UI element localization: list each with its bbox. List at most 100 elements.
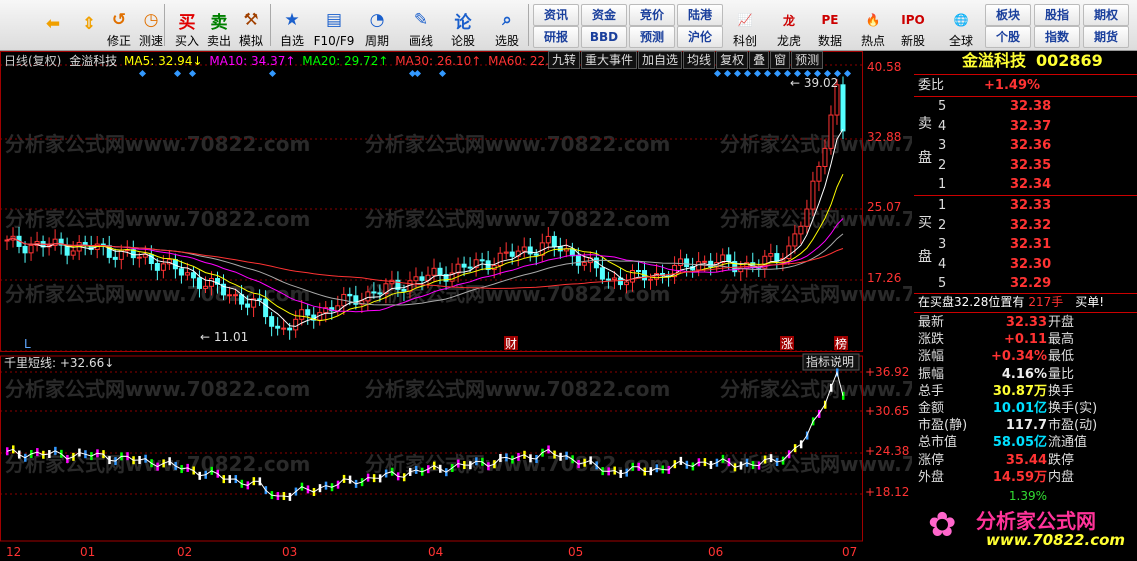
event-diamond[interactable] [413,69,422,78]
event-diamond[interactable] [723,69,732,78]
quote-value: 117.7 [1005,418,1047,434]
quote-sidebar: 金溢科技 002869 委比 +1.49% 卖盘 5 32.38 4 32.37 3 32.36 2 3… [914,51,1137,561]
divider [914,312,1137,313]
buy-level: 4 [938,256,947,272]
chart-tab-7[interactable]: 预测 [791,51,824,69]
chart-tab-4[interactable]: 复权 [716,51,749,69]
toolbar-button-科创[interactable]: 📈 科创 [728,2,762,48]
event-diamond[interactable] [173,69,182,78]
marker-zhang[interactable]: 涨 [781,336,793,351]
chart-tab-6[interactable]: 窗 [770,51,791,69]
info-button-b3[interactable]: 沪伦 [677,26,723,48]
marker-bang[interactable]: 榜 [835,336,847,351]
toolbar-button-arrow-up-down[interactable]: ⇕ [74,2,104,48]
market-button-b0[interactable]: 个股 [985,26,1031,48]
marker-cai[interactable]: 财 [505,337,517,351]
sidebar-stock-name: 金溢科技 [962,51,1027,70]
low-price-annotation: ← 11.01 [200,330,248,344]
watermark: 分析家公式网www.70822.com [5,207,310,231]
market-button-b1[interactable]: 指数 [1034,26,1080,48]
sell-row[interactable]: 1 32.34 [914,175,1137,194]
candle-body [816,165,822,182]
event-diamond[interactable] [743,69,752,78]
buy-row[interactable]: 4 32.30 [914,255,1137,274]
chart-tab-0[interactable]: 九转 [548,51,581,69]
toolbar-button-全球[interactable]: 🌐 全球 [944,2,978,48]
event-diamond[interactable] [268,69,277,78]
toolbar-button-数据[interactable]: PE 数据 [813,2,847,48]
sell-row[interactable]: 4 32.37 [914,117,1137,136]
market-button-b2[interactable]: 期货 [1083,26,1129,48]
watermark: 分析家公式网www.70822.com [720,282,912,306]
buy-row[interactable]: 3 32.31 [914,235,1137,254]
toolbar-button-F10/F9[interactable]: ▤ F10/F9 [314,2,355,48]
arrow-up-down-icon: ⇕ [81,14,97,34]
toolbar-button-选股[interactable]: ⌕ 选股 [492,2,522,48]
toolbar-separator [528,4,529,46]
toolbar-button-龙虎[interactable]: 龙龙虎 [772,2,806,49]
event-diamond[interactable] [763,69,772,78]
quote-key-2: 内盘 [1048,469,1075,485]
sell-row[interactable]: 3 32.36 [914,136,1137,155]
buy-row[interactable]: 1 32.33 [914,196,1137,215]
event-diamond[interactable] [713,69,722,78]
toolbar-button-卖出[interactable]: 卖卖出 [204,2,234,49]
chart-tab-5[interactable]: 叠 [749,51,770,69]
chart-tab-2[interactable]: 加自选 [638,51,683,69]
event-diamond[interactable] [438,69,447,78]
toolbar-button-周期[interactable]: ◔ 周期 [362,2,392,48]
toolbar-label: 画线 [408,34,433,48]
chart-tab-1[interactable]: 重大事件 [581,51,638,69]
arrow-left-icon: ⬅ [45,14,61,34]
market-button-0[interactable]: 板块 [985,4,1031,26]
info-button-b2[interactable]: 预测 [629,26,675,48]
quote-key-2: 市盈(动) [1048,418,1098,434]
info-button-3[interactable]: 陆港 [677,4,723,26]
kline-chart-area[interactable]: 分析家公式网www.70822.com 分析家公式网www.70822.com 分析… [0,51,912,561]
quote-key: 金额 [918,401,945,416]
event-diamond[interactable] [138,69,147,78]
event-diamond[interactable] [773,69,782,78]
toolbar-button-测速[interactable]: ◷ 测速 [136,2,166,48]
kline-chart[interactable]: 分析家公式网www.70822.com 分析家公式网www.70822.com 分析… [0,51,912,561]
toolbar-button-论股[interactable]: 论论股 [448,2,478,49]
event-diamond[interactable] [188,69,197,78]
info-button-2[interactable]: 竞价 [629,4,675,26]
watermark: 分析家公式网www.70822.com [720,377,912,401]
logo-url: www.70822.com [986,531,1126,549]
toolbar-button-画线[interactable]: ✎ 画线 [406,2,436,48]
toolbar-button-模拟[interactable]: ⚒ 模拟 [236,2,266,48]
toolbar-button-修正[interactable]: ↺ 修正 [104,2,134,48]
toolbar-label: F10/F9 [313,34,355,48]
indicator-help-button[interactable]: 指标说明 [806,354,854,369]
market-button-2[interactable]: 期权 [1083,4,1129,26]
sell-row[interactable]: 2 32.35 [914,156,1137,175]
quote-key-2: 换手 [1048,383,1075,399]
buy-level: 1 [938,198,947,213]
event-diamond[interactable] [733,69,742,78]
info-button-b1[interactable]: BBD [581,26,627,48]
info-button-b0[interactable]: 研报 [533,26,579,48]
f10-icon: ▤ [325,10,343,30]
info-button-0[interactable]: 资讯 [533,4,579,26]
chart-tab-3[interactable]: 均线 [683,51,716,69]
toolbar-button-热点[interactable]: 🔥 热点 [856,2,890,48]
toolbar-button-新股[interactable]: IPO 新股 [896,2,930,48]
weibi-value: +1.49% [984,78,1041,93]
event-diamond[interactable] [843,69,852,78]
sell-price: 32.35 [1010,157,1052,173]
stock-name-label: 金溢科技 [69,54,118,68]
market-button-1[interactable]: 股指 [1034,4,1080,26]
chart-icon: 📈 [737,13,753,27]
event-diamond[interactable] [753,69,762,78]
buy-row[interactable]: 2 32.32 [914,216,1137,235]
buy-level: 2 [938,217,947,233]
buy-row[interactable]: 5 32.29 [914,274,1137,293]
toolbar-button-自选[interactable]: ★ 自选 [277,2,307,48]
candle-body [371,291,377,294]
toolbar-button-arrow-left[interactable]: ⬅ [38,2,68,48]
buy-level: 5 [938,276,947,291]
sell-row[interactable]: 5 32.38 [914,97,1137,116]
toolbar-button-买入[interactable]: 买买入 [172,2,202,49]
info-button-1[interactable]: 资金 [581,4,627,26]
